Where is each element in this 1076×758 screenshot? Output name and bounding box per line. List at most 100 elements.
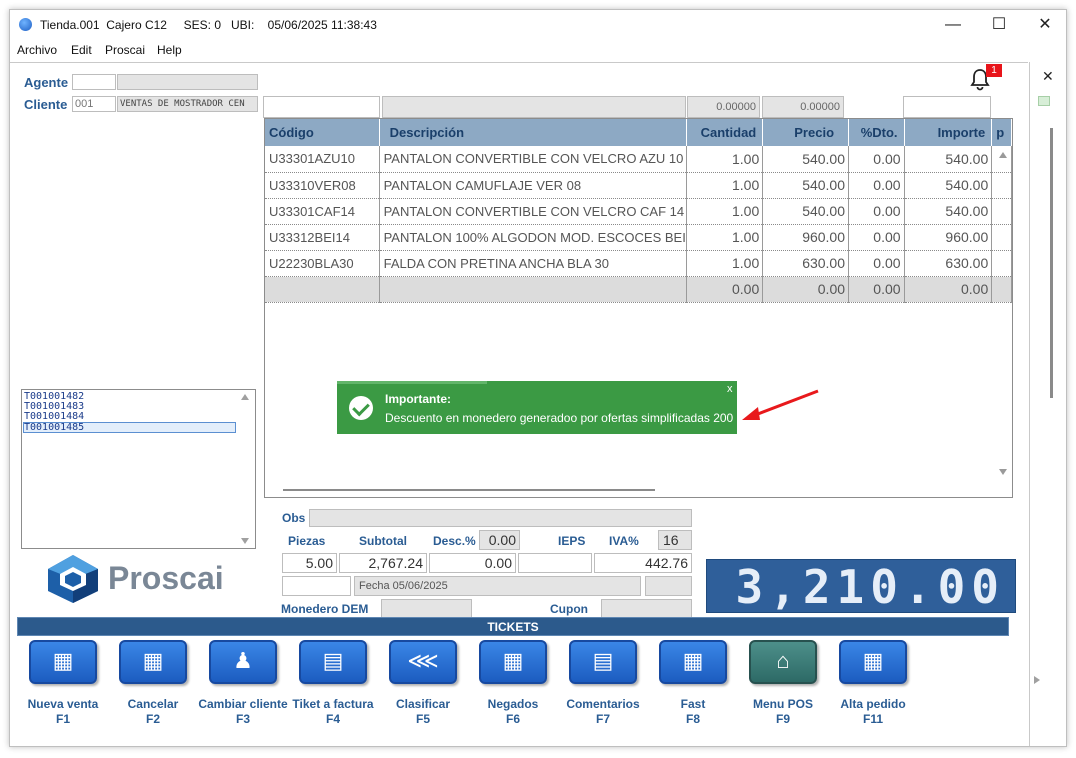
list-item[interactable]: T001001484 [24, 412, 237, 422]
col-codigo[interactable]: Código [265, 119, 380, 146]
extra-field [645, 576, 692, 596]
obs-field[interactable] [309, 509, 692, 527]
button-label: Menu POS [752, 697, 813, 711]
agente-code-field[interactable] [72, 74, 116, 90]
invoice-icon: ▤ [322, 648, 344, 673]
fast-button[interactable]: ▦ [659, 640, 727, 684]
denied-label: Negados F6 [465, 697, 561, 727]
fecha-field: Fecha 05/06/2025 [354, 576, 641, 596]
window-title: Tienda.001 Cajero C12 SES: 0 UBI: 05/06/… [40, 18, 377, 32]
minimize-button[interactable]: — [930, 10, 976, 40]
fast-label: Fast F8 [645, 697, 741, 727]
search-code-field[interactable] [263, 96, 380, 118]
cell-dto: 0.00 [848, 146, 905, 173]
monedero-label: Monedero DEM [281, 602, 369, 616]
new-order-label: Alta pedido F11 [825, 697, 921, 727]
denied-button[interactable]: ▦ [479, 640, 547, 684]
cupon-field[interactable] [601, 599, 692, 619]
col-dto[interactable]: %Dto. [848, 119, 905, 146]
list-item-selected[interactable]: T001001485 [23, 422, 236, 433]
menu-pos-button[interactable]: ⌂ [749, 640, 817, 684]
change-client-label: Cambiar cliente F3 [195, 697, 291, 727]
comments-button[interactable]: ▤ [569, 640, 637, 684]
new-sale-button[interactable]: ▦ [29, 640, 97, 684]
total-cantidad: 0.00 [686, 276, 764, 303]
subtotal-value: 2,767.24 [339, 553, 427, 573]
title-bar: Tienda.001 Cajero C12 SES: 0 UBI: 05/06/… [10, 10, 1066, 40]
button-label: Alta pedido [840, 697, 906, 711]
cliente-label: Cliente [24, 97, 68, 112]
top-input-field[interactable] [903, 96, 991, 118]
change-client-button[interactable]: ♟ [209, 640, 277, 684]
check-circle-icon [349, 396, 373, 420]
cell-codigo: U33312BEI14 [265, 224, 380, 251]
col-importe[interactable]: Importe [904, 119, 993, 146]
button-key: F9 [775, 712, 790, 726]
side-scroll-right-icon[interactable] [1034, 676, 1040, 684]
toast-message: Descuento en monedero generadoo por ofer… [385, 411, 734, 425]
cell-dto: 0.00 [848, 198, 905, 225]
close-button[interactable]: ✕ [1022, 10, 1066, 40]
cell-descripcion [379, 276, 687, 303]
ticket-to-invoice-button[interactable]: ▤ [299, 640, 367, 684]
list-scroll-up-icon[interactable] [241, 394, 249, 400]
piezas-value: 5.00 [282, 553, 337, 573]
top-value-1: 0.00000 [687, 96, 760, 118]
maximize-button[interactable]: ☐ [976, 10, 1022, 40]
side-vertical-scrollbar[interactable] [1050, 128, 1053, 398]
proscai-logo-text: Proscai [108, 560, 224, 596]
table-row[interactable]: U33301AZU10 PANTALON CONVERTIBLE CON VEL… [265, 146, 1012, 173]
red-arrow-icon [740, 387, 822, 423]
col-p[interactable]: p [991, 119, 1012, 146]
cell-importe: 960.00 [904, 224, 993, 251]
items-table: Código Descripción Cantidad Precio %Dto.… [265, 119, 1012, 303]
button-key: F8 [685, 712, 700, 726]
button-key: F1 [55, 712, 70, 726]
monedero-field [381, 599, 472, 619]
menu-edit[interactable]: Edit [71, 43, 92, 57]
grid-header-row: Código Descripción Cantidad Precio %Dto.… [265, 119, 1012, 146]
button-key: F4 [325, 712, 340, 726]
cell-dto: 0.00 [848, 224, 905, 251]
cliente-code-field[interactable]: 001 [72, 96, 116, 112]
menu-proscai[interactable]: Proscai [105, 43, 145, 57]
toast-close-button[interactable]: x [727, 383, 733, 395]
scroll-down-icon[interactable] [999, 469, 1007, 475]
menu-help[interactable]: Help [157, 43, 182, 57]
table-row[interactable]: U33301CAF14 PANTALON CONVERTIBLE CON VEL… [265, 198, 1012, 225]
col-cantidad[interactable]: Cantidad [686, 119, 764, 146]
col-descripcion[interactable]: Descripción [379, 119, 687, 146]
button-label: Comentarios [566, 697, 640, 711]
agente-label: Agente [24, 75, 69, 90]
cancel-button[interactable]: ▦ [119, 640, 187, 684]
side-close-icon[interactable]: ✕ [1042, 68, 1054, 85]
cell-codigo: U33310VER08 [265, 172, 380, 199]
button-key: F2 [145, 712, 160, 726]
cell-precio: 540.00 [762, 146, 850, 173]
table-row[interactable]: U22230BLA30 FALDA CON PRETINA ANCHA BLA … [265, 250, 1012, 277]
cell-codigo: U22230BLA30 [265, 250, 380, 277]
button-label: Tiket a factura [292, 697, 374, 711]
desc-label: Desc.% [433, 534, 476, 548]
home-icon: ⌂ [776, 648, 790, 673]
small-field[interactable] [282, 576, 351, 596]
scroll-up-icon[interactable] [999, 152, 1007, 158]
proscai-logo-icon [44, 553, 102, 605]
table-row[interactable]: U33310VER08 PANTALON CAMUFLAJE VER 08 1.… [265, 172, 1012, 199]
new-sale-icon: ▦ [52, 648, 74, 673]
grid-horizontal-scrollbar[interactable] [283, 489, 655, 491]
tickets-list: T001001482 T001001483 T001001484 T001001… [21, 389, 256, 549]
new-order-button[interactable]: ▦ [839, 640, 907, 684]
table-row[interactable]: U33312BEI14 PANTALON 100% ALGODON MOD. E… [265, 224, 1012, 251]
cell-importe: 630.00 [904, 250, 993, 277]
classify-button[interactable]: ⋘ [389, 640, 457, 684]
grid-vertical-scrollbar[interactable] [995, 146, 1012, 481]
cell-codigo: U33301AZU10 [265, 146, 380, 173]
ieps-value [518, 553, 592, 573]
menu-archivo[interactable]: Archivo [17, 43, 57, 57]
comment-icon: ▤ [592, 648, 614, 673]
col-precio[interactable]: Precio [762, 119, 850, 146]
list-scroll-down-icon[interactable] [241, 538, 249, 544]
button-label: Negados [487, 697, 539, 711]
cell-descripcion: PANTALON 100% ALGODON MOD. ESCOCES BEI [379, 224, 687, 251]
